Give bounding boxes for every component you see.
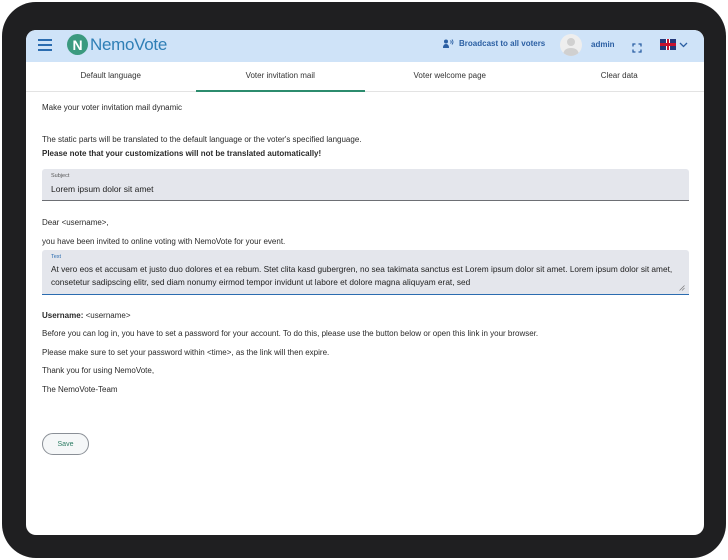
signature-text: The NemoVote-Team xyxy=(42,385,118,394)
greeting-text: Dear <username>, xyxy=(42,218,109,227)
username-value: <username> xyxy=(85,311,131,320)
resize-handle-icon[interactable] xyxy=(679,285,685,291)
login-info: Before you can log in, you have to set a… xyxy=(42,329,539,338)
expire-info: Please make sure to set your password wi… xyxy=(42,348,330,357)
subject-label: Subject xyxy=(51,173,70,179)
warning-text: Please note that your customizations wil… xyxy=(42,149,322,158)
save-button[interactable]: Save xyxy=(42,433,89,455)
username-line: Username: <username> xyxy=(42,311,131,320)
tab-default-language[interactable]: Default language xyxy=(26,62,196,91)
broadcast-button[interactable]: Broadcast to all voters xyxy=(443,39,545,48)
menu-icon[interactable] xyxy=(38,39,52,51)
thanks-text: Thank you for using NemoVote, xyxy=(42,366,155,375)
screen: N NemoVote Broadcast to all voters admin xyxy=(26,30,704,535)
uk-flag-icon xyxy=(660,39,676,50)
logo-mark: N xyxy=(67,34,88,55)
invited-text: you have been invited to online voting w… xyxy=(42,237,286,246)
tablet-frame: N NemoVote Broadcast to all voters admin xyxy=(2,2,726,558)
user-name[interactable]: admin xyxy=(591,40,615,49)
broadcast-icon xyxy=(443,39,454,48)
intro-text: Make your voter invitation mail dynamic xyxy=(42,103,183,112)
tab-voter-invitation-mail[interactable]: Voter invitation mail xyxy=(195,62,366,92)
subject-input[interactable]: Lorem ipsum dolor sit amet xyxy=(51,184,154,194)
logo-text: NemoVote xyxy=(90,34,167,54)
subject-field[interactable]: Subject Lorem ipsum dolor sit amet xyxy=(42,169,689,201)
tab-voter-welcome-page[interactable]: Voter welcome page xyxy=(365,62,535,91)
tab-clear-data[interactable]: Clear data xyxy=(535,62,705,91)
chevron-down-icon xyxy=(679,42,688,47)
logo[interactable]: N NemoVote xyxy=(67,34,167,55)
text-field[interactable]: Text At vero eos et accusam et justo duo… xyxy=(42,250,689,295)
text-input[interactable]: At vero eos et accusam et justo duo dolo… xyxy=(51,263,673,289)
broadcast-label: Broadcast to all voters xyxy=(459,39,546,48)
language-selector[interactable] xyxy=(660,39,688,50)
avatar-icon xyxy=(563,38,579,56)
fullscreen-icon[interactable] xyxy=(632,40,642,58)
username-label: Username: xyxy=(42,311,84,320)
app-bar: N NemoVote Broadcast to all voters admin xyxy=(26,30,704,62)
text-label: Text xyxy=(51,254,62,260)
avatar[interactable] xyxy=(560,34,582,56)
static-note: The static parts will be translated to t… xyxy=(42,135,362,144)
tab-bar: Default language Voter invitation mail V… xyxy=(26,62,704,92)
